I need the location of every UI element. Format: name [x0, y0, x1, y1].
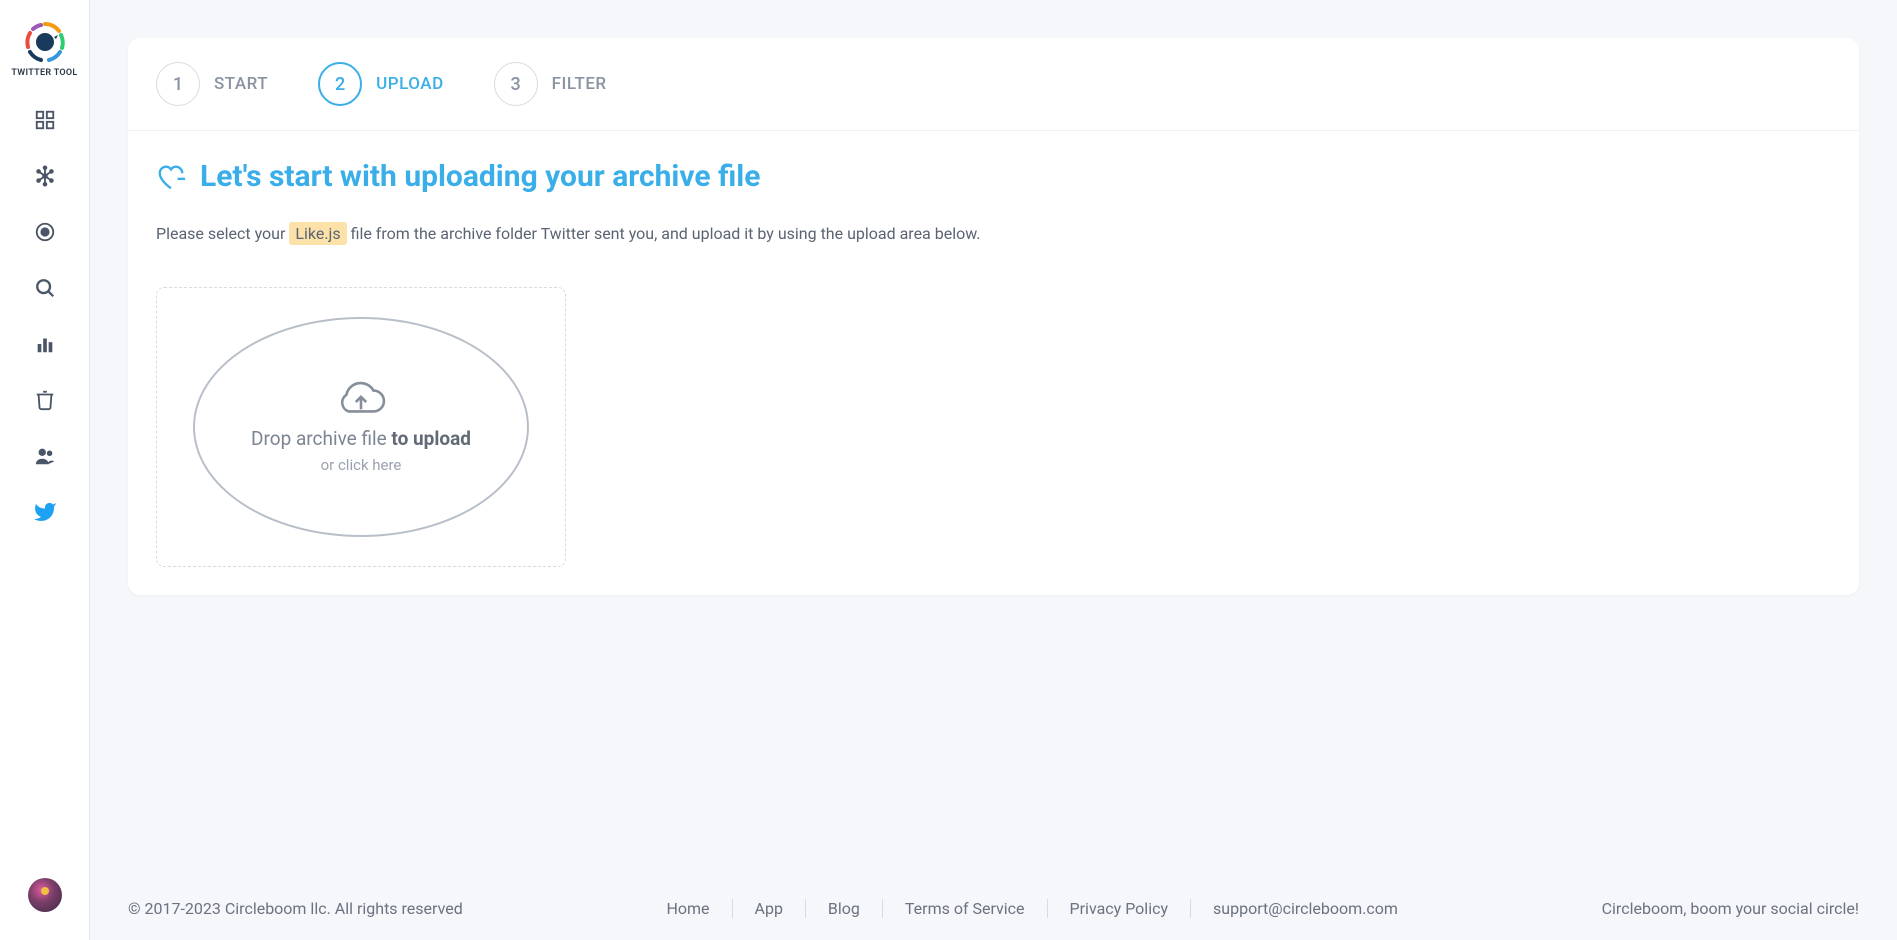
app-logo[interactable] — [23, 20, 67, 64]
search-icon[interactable] — [33, 276, 57, 300]
user-avatar[interactable] — [28, 878, 62, 912]
circle-target-icon[interactable] — [33, 220, 57, 244]
footer-link-tos[interactable]: Terms of Service — [883, 899, 1048, 918]
upload-ellipse: Drop archive file to upload or click her… — [193, 317, 529, 537]
users-icon[interactable] — [33, 444, 57, 468]
footer-link-app[interactable]: App — [733, 899, 806, 918]
upload-text-plain: Drop archive file — [251, 427, 391, 450]
main-content: 1 START 2 UPLOAD 3 FILTER Let's start wi… — [90, 0, 1897, 940]
network-icon[interactable] — [33, 164, 57, 188]
sidebar: TWITTER TOOL — [0, 0, 90, 940]
footer-link-blog[interactable]: Blog — [806, 899, 883, 918]
stats-icon[interactable] — [33, 332, 57, 356]
footer-tagline: Circleboom, boom your social circle! — [1602, 899, 1859, 918]
cloud-upload-icon — [336, 381, 386, 421]
step-label: START — [214, 74, 268, 94]
upload-card: 1 START 2 UPLOAD 3 FILTER Let's start wi… — [128, 38, 1859, 595]
step-filter[interactable]: 3 FILTER — [494, 62, 607, 106]
steps-header: 1 START 2 UPLOAD 3 FILTER — [128, 38, 1859, 131]
footer-copyright: © 2017-2023 Circleboom llc. All rights r… — [128, 899, 463, 918]
heart-icon — [156, 162, 186, 192]
sidebar-nav — [0, 108, 89, 524]
instruction-text: Please select your Like.js file from the… — [156, 222, 1831, 245]
footer-link-privacy[interactable]: Privacy Policy — [1048, 899, 1192, 918]
footer-links: Home App Blog Terms of Service Privacy P… — [644, 899, 1419, 918]
upload-dropzone[interactable]: Drop archive file to upload or click her… — [156, 287, 566, 567]
upload-text-sub: or click here — [321, 456, 402, 474]
footer: © 2017-2023 Circleboom llc. All rights r… — [90, 879, 1897, 940]
instruction-highlight: Like.js — [289, 222, 346, 245]
step-upload[interactable]: 2 UPLOAD — [318, 62, 444, 106]
instruction-pre: Please select your — [156, 224, 289, 243]
card-body: Let's start with uploading your archive … — [128, 131, 1859, 595]
instruction-post: file from the archive folder Twitter sen… — [347, 224, 981, 243]
app-logo-text: TWITTER TOOL — [11, 68, 77, 78]
page-title: Let's start with uploading your archive … — [200, 159, 760, 194]
upload-text-main: Drop archive file to upload — [251, 427, 471, 450]
upload-text-bold: to upload — [391, 427, 471, 450]
footer-link-support[interactable]: support@circleboom.com — [1191, 899, 1420, 918]
trash-icon[interactable] — [33, 388, 57, 412]
step-number: 3 — [494, 62, 538, 106]
step-label: FILTER — [552, 74, 607, 94]
dashboard-icon[interactable] — [33, 108, 57, 132]
step-number: 1 — [156, 62, 200, 106]
step-number: 2 — [318, 62, 362, 106]
page-title-row: Let's start with uploading your archive … — [156, 159, 1831, 194]
twitter-icon[interactable] — [33, 500, 57, 524]
footer-link-home[interactable]: Home — [644, 899, 732, 918]
step-start[interactable]: 1 START — [156, 62, 268, 106]
step-label: UPLOAD — [376, 74, 444, 94]
